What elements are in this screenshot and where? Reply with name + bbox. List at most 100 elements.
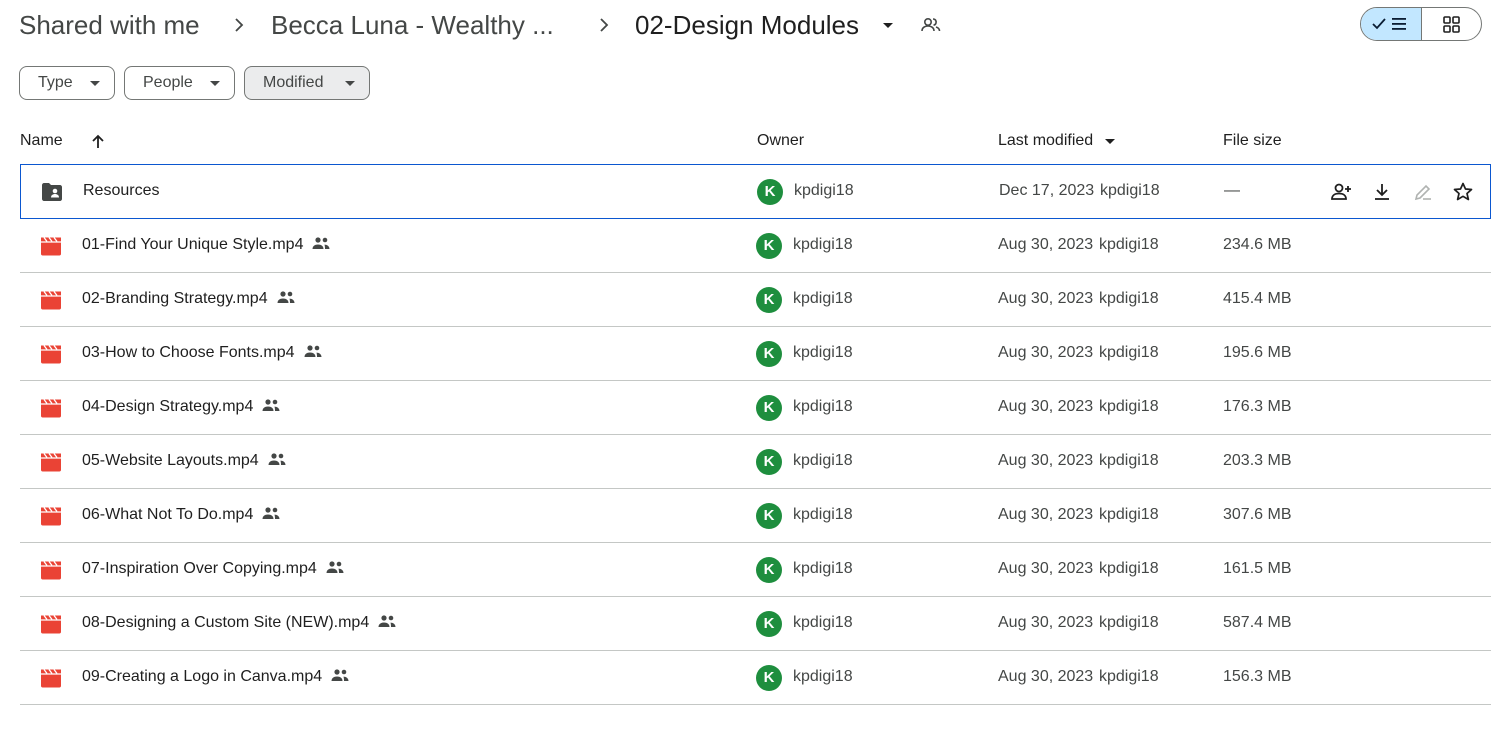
owner-name: kpdigi18 xyxy=(793,290,853,307)
column-header-owner[interactable]: Owner xyxy=(757,132,804,150)
last-modified-date: Aug 30, 2023 xyxy=(998,452,1094,469)
file-size: 161.5 MB xyxy=(1223,560,1292,577)
last-modified-by: kpdigi18 xyxy=(1099,452,1159,469)
video-file-icon xyxy=(41,507,61,526)
shared-people-icon xyxy=(304,345,322,357)
last-modified-date: Aug 30, 2023 xyxy=(998,668,1094,685)
column-header-file-size[interactable]: File size xyxy=(1223,132,1282,150)
table-row[interactable]: 05-Website Layouts.mp4 K kpdigi18 Aug 30… xyxy=(20,435,1491,489)
owner-name: kpdigi18 xyxy=(793,506,853,523)
file-name[interactable]: 08-Designing a Custom Site (NEW).mp4 xyxy=(82,614,397,632)
avatar: K xyxy=(756,503,782,529)
avatar: K xyxy=(756,449,782,475)
table-row[interactable]: 07-Inspiration Over Copying.mp4 K kpdigi… xyxy=(20,543,1491,597)
file-name-text: 06-What Not To Do.mp4 xyxy=(82,506,254,523)
table-row[interactable]: 09-Creating a Logo in Canva.mp4 K kpdigi… xyxy=(20,651,1491,705)
avatar: K xyxy=(756,287,782,313)
avatar: K xyxy=(756,233,782,259)
column-header-name[interactable]: Name xyxy=(20,132,63,150)
avatar: K xyxy=(756,341,782,367)
list-view-button[interactable] xyxy=(1361,8,1422,40)
table-row[interactable]: 01-Find Your Unique Style.mp4 K kpdigi18… xyxy=(20,219,1491,273)
shared-people-icon xyxy=(326,561,344,573)
owner-name: kpdigi18 xyxy=(793,236,853,253)
shared-folder-people-icon xyxy=(921,17,941,32)
owner-name: kpdigi18 xyxy=(793,452,853,469)
download-icon[interactable] xyxy=(1370,180,1394,204)
shared-people-icon xyxy=(277,291,295,303)
table-row[interactable]: 03-How to Choose Fonts.mp4 K kpdigi18 Au… xyxy=(20,327,1491,381)
filter-people-chip[interactable]: People xyxy=(124,66,235,100)
last-modified-by: kpdigi18 xyxy=(1099,668,1159,685)
dropdown-arrow-icon xyxy=(210,81,220,86)
file-name[interactable]: 07-Inspiration Over Copying.mp4 xyxy=(82,560,345,578)
grid-view-button[interactable] xyxy=(1422,8,1481,40)
file-size: 415.4 MB xyxy=(1223,290,1292,307)
filter-people-label: People xyxy=(143,74,193,91)
share-person-add-icon[interactable] xyxy=(1329,180,1353,204)
owner-name: kpdigi18 xyxy=(793,560,853,577)
owner-name: kpdigi18 xyxy=(793,398,853,415)
breadcrumb-shared-with-me[interactable]: Shared with me xyxy=(19,8,200,42)
file-name[interactable]: 05-Website Layouts.mp4 xyxy=(82,452,287,470)
table-row[interactable]: 04-Design Strategy.mp4 K kpdigi18 Aug 30… xyxy=(20,381,1491,435)
file-size: 156.3 MB xyxy=(1223,668,1292,685)
shared-people-icon xyxy=(312,237,330,249)
last-modified-by: kpdigi18 xyxy=(1099,344,1159,361)
file-name[interactable]: 02-Branding Strategy.mp4 xyxy=(82,290,296,308)
table-row[interactable]: 06-What Not To Do.mp4 K kpdigi18 Aug 30,… xyxy=(20,489,1491,543)
file-name[interactable]: 06-What Not To Do.mp4 xyxy=(82,506,281,524)
file-name-text: 08-Designing a Custom Site (NEW).mp4 xyxy=(82,614,370,631)
last-modified-date: Aug 30, 2023 xyxy=(998,236,1094,253)
file-size: 307.6 MB xyxy=(1223,506,1292,523)
file-name-text: 09-Creating a Logo in Canva.mp4 xyxy=(82,668,323,685)
dropdown-arrow-icon xyxy=(345,81,355,86)
grid-icon xyxy=(1443,16,1460,33)
video-file-icon xyxy=(41,561,61,580)
column-header-last-modified[interactable]: Last modified xyxy=(998,132,1093,150)
file-name[interactable]: 03-How to Choose Fonts.mp4 xyxy=(82,344,323,362)
table-row[interactable]: 02-Branding Strategy.mp4 K kpdigi18 Aug … xyxy=(20,273,1491,327)
rename-edit-icon[interactable] xyxy=(1411,180,1435,204)
file-list: Resources K kpdigi18 Dec 17, 2023 kpdigi… xyxy=(20,164,1491,705)
sort-ascending-arrow-icon[interactable] xyxy=(88,132,108,152)
owner-name: kpdigi18 xyxy=(793,668,853,685)
file-name[interactable]: Resources xyxy=(83,182,159,200)
dropdown-arrow-icon[interactable] xyxy=(878,15,898,35)
dropdown-arrow-icon[interactable] xyxy=(1105,139,1115,144)
chevron-right-icon xyxy=(600,18,609,32)
checkmark-list-icon xyxy=(1372,18,1406,30)
last-modified-by: kpdigi18 xyxy=(1100,182,1160,199)
breadcrumb-parent-folder[interactable]: Becca Luna - Wealthy ... xyxy=(271,8,554,42)
shared-people-icon xyxy=(262,399,280,411)
avatar: K xyxy=(756,665,782,691)
video-file-icon xyxy=(41,237,61,256)
file-name[interactable]: 01-Find Your Unique Style.mp4 xyxy=(82,236,331,254)
video-file-icon xyxy=(41,399,61,418)
file-name-text: 07-Inspiration Over Copying.mp4 xyxy=(82,560,317,577)
breadcrumb-current-folder[interactable]: 02-Design Modules xyxy=(635,8,859,42)
star-icon[interactable] xyxy=(1451,180,1475,204)
video-file-icon xyxy=(41,291,61,310)
file-name-text: 03-How to Choose Fonts.mp4 xyxy=(82,344,295,361)
last-modified-by: kpdigi18 xyxy=(1099,398,1159,415)
video-file-icon xyxy=(41,453,61,472)
file-name[interactable]: 04-Design Strategy.mp4 xyxy=(82,398,281,416)
shared-people-icon xyxy=(262,507,280,519)
file-size: 234.6 MB xyxy=(1223,236,1292,253)
filter-type-chip[interactable]: Type xyxy=(19,66,115,100)
file-name[interactable]: 09-Creating a Logo in Canva.mp4 xyxy=(82,668,350,686)
filter-modified-chip[interactable]: Modified xyxy=(244,66,370,100)
file-name-text: 04-Design Strategy.mp4 xyxy=(82,398,254,415)
avatar: K xyxy=(756,611,782,637)
video-file-icon xyxy=(41,345,61,364)
table-row[interactable]: Resources K kpdigi18 Dec 17, 2023 kpdigi… xyxy=(20,164,1491,219)
file-size: 176.3 MB xyxy=(1223,398,1292,415)
last-modified-by: kpdigi18 xyxy=(1099,290,1159,307)
owner-name: kpdigi18 xyxy=(794,182,854,199)
last-modified-date: Aug 30, 2023 xyxy=(998,506,1094,523)
file-size: 195.6 MB xyxy=(1223,344,1292,361)
filter-modified-label: Modified xyxy=(263,74,324,91)
file-size: — xyxy=(1224,182,1240,199)
table-row[interactable]: 08-Designing a Custom Site (NEW).mp4 K k… xyxy=(20,597,1491,651)
